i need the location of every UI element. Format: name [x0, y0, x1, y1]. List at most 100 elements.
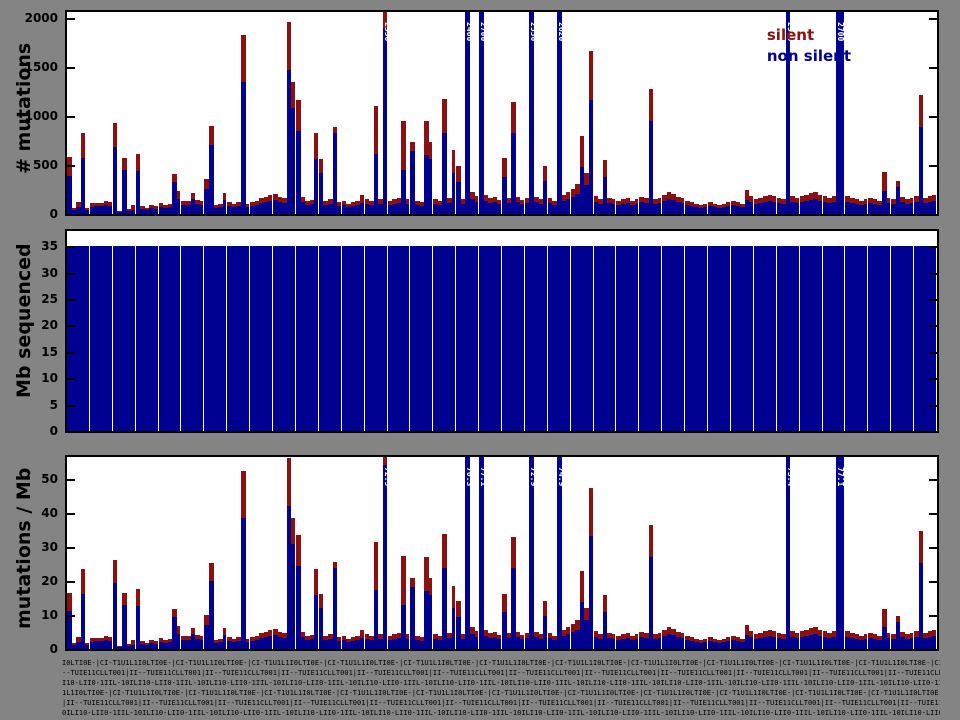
bar-segment	[566, 199, 570, 214]
bar-segment	[122, 158, 127, 170]
y-tick-mark	[67, 18, 75, 20]
bar-segment	[85, 246, 89, 431]
bar-segment	[131, 645, 135, 649]
bar-segment	[497, 246, 501, 431]
bar-segment	[113, 123, 117, 147]
bar-segment	[566, 634, 570, 649]
bar-segment	[520, 204, 524, 214]
bar-segment	[268, 195, 272, 201]
bar-segment	[887, 633, 890, 638]
bar-segment	[932, 201, 936, 214]
bar-segment	[589, 488, 593, 536]
bar-segment	[520, 635, 524, 639]
y-tick-mark	[929, 246, 937, 248]
bar-segment	[726, 206, 730, 214]
bar-segment	[635, 199, 638, 204]
bar-segment	[543, 246, 547, 431]
bar-segment	[241, 518, 246, 649]
x-tick-labels-row: 1L1I0LTI0E-|CI-T1U1L1I0LTI0E-|CI-T1U1L1I…	[62, 689, 940, 699]
bar-segment	[566, 246, 570, 431]
bar-segment	[795, 203, 799, 214]
bar-segment	[580, 136, 584, 167]
bar-segment	[887, 638, 890, 649]
bar-segment	[154, 644, 158, 649]
legend: silent non silent	[767, 25, 851, 67]
bar-segment	[475, 202, 478, 214]
bar-segment	[360, 630, 364, 638]
bar-segment	[442, 534, 447, 568]
y-tick-mark	[929, 67, 937, 69]
y-tick-label: 25	[6, 292, 58, 306]
y-tick-mark	[67, 214, 75, 216]
bar-segment	[589, 51, 593, 100]
bar-segment	[612, 199, 615, 204]
bar-segment	[749, 631, 753, 637]
bar-segment	[291, 518, 295, 544]
bar-segment	[374, 542, 378, 590]
bar-segment	[497, 635, 501, 639]
overflow-value-label: 70.3	[465, 467, 474, 486]
bar-segment	[635, 204, 638, 214]
bar-segment	[818, 246, 822, 431]
bar-segment	[172, 174, 177, 182]
bar-segment	[520, 200, 524, 204]
overflow-value-label: 2620	[557, 22, 566, 41]
bar-segment	[658, 246, 661, 431]
bar-segment	[749, 246, 753, 431]
bar-segment	[818, 636, 822, 649]
bar-segment	[649, 89, 653, 121]
bar-segment	[864, 639, 867, 649]
bar-segment	[681, 246, 684, 431]
y-tick-mark	[929, 165, 937, 167]
bar-segment	[177, 191, 180, 199]
bar-segment	[333, 562, 337, 568]
mutation-rate-panel: 72.970.377.172.974.973.477.177.1	[65, 455, 939, 651]
bar-segment	[246, 639, 249, 642]
bar-segment	[177, 199, 180, 214]
bar-segment	[681, 198, 684, 203]
bar-segment	[113, 147, 117, 214]
legend-item-silent: silent	[767, 25, 851, 46]
bar-segment	[287, 22, 291, 70]
bar-segment	[200, 201, 203, 205]
bar-segment	[291, 246, 295, 431]
bar-segment	[200, 205, 203, 214]
bar-segment	[131, 246, 135, 431]
bar-segment	[429, 595, 432, 649]
bar-segment	[223, 200, 226, 214]
bar-segment	[154, 246, 158, 431]
bar-segment	[177, 634, 180, 649]
bar-segment	[681, 633, 684, 638]
bar-segment	[932, 636, 936, 649]
bar-segment	[502, 158, 507, 177]
bar-segment	[795, 633, 799, 638]
bar-segment	[465, 12, 470, 214]
bar-segment	[841, 246, 844, 431]
bar-segment	[603, 160, 607, 177]
overflow-value-label: 2550	[529, 22, 538, 41]
overflow-value-label: 2550	[383, 22, 392, 41]
bar-segment	[772, 631, 776, 637]
y-tick-mark	[67, 165, 75, 167]
bar-segment	[864, 246, 867, 431]
rate-bars-layer: 72.970.377.172.974.973.477.177.1	[67, 457, 937, 649]
bar-segment	[85, 643, 89, 645]
bar-segment	[703, 204, 707, 207]
bar-segment	[520, 246, 524, 431]
y-tick-label: 2000	[6, 11, 58, 25]
y-tick-mark	[929, 513, 937, 515]
bar-segment	[291, 82, 295, 108]
bar-segment	[529, 12, 534, 214]
bar-segment	[566, 192, 570, 199]
bar-segment	[456, 166, 461, 182]
bar-segment	[191, 193, 195, 199]
bar-segment	[612, 634, 615, 639]
bar-segment	[406, 639, 409, 649]
bar-segment	[136, 154, 140, 171]
y-tick-mark	[67, 352, 75, 354]
y-tick-mark	[929, 581, 937, 583]
y-tick-mark	[929, 479, 937, 481]
bar-segment	[291, 544, 295, 649]
mb-sequenced-panel	[65, 229, 939, 433]
bar-segment	[442, 99, 447, 133]
